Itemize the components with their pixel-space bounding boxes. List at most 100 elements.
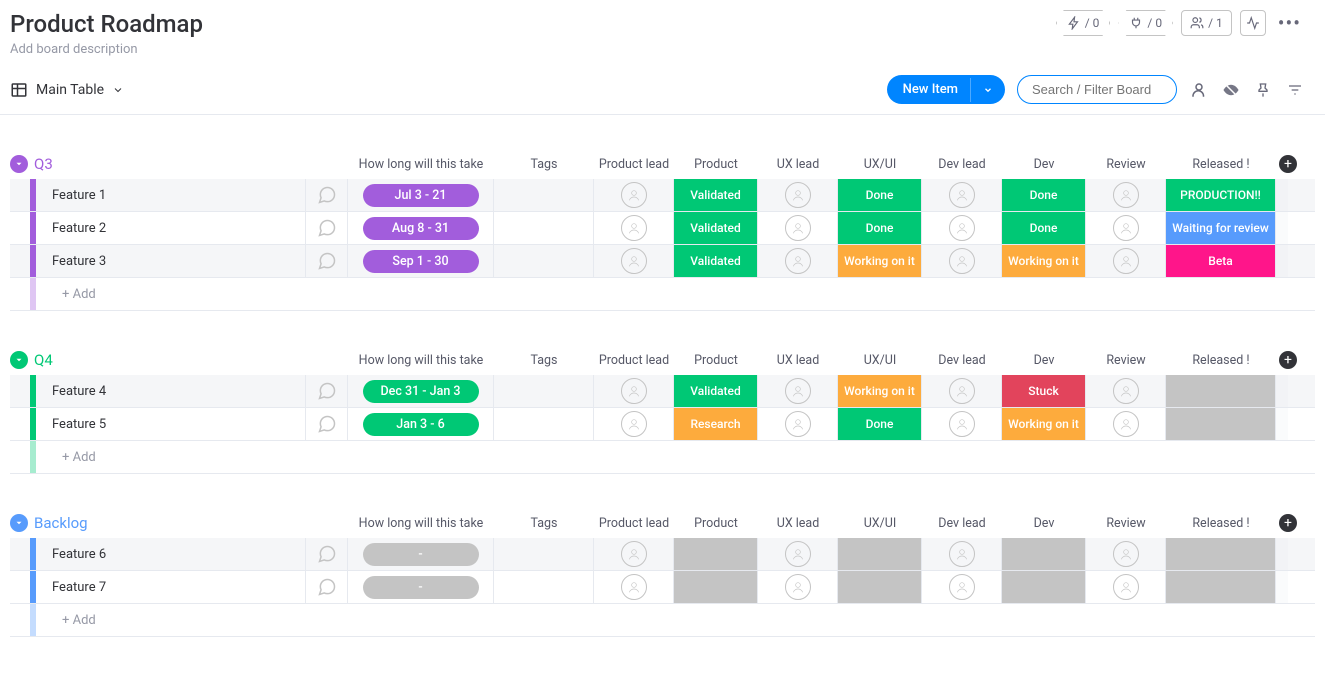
col-header-ux-lead[interactable]: UX lead [758, 516, 838, 531]
cell-product-status[interactable] [674, 571, 758, 603]
automations-badge[interactable]: / 0 [1056, 10, 1111, 36]
col-header-ux-lead[interactable]: UX lead [758, 353, 838, 368]
person-filter-button[interactable] [1189, 80, 1209, 100]
cell-product-lead[interactable] [594, 538, 674, 570]
cell-review[interactable] [1086, 538, 1166, 570]
cell-product-lead[interactable] [594, 245, 674, 277]
group-title[interactable]: Q3 [34, 155, 53, 173]
col-header-dev-lead[interactable]: Dev lead [922, 353, 1002, 368]
person-placeholder-icon[interactable] [1113, 215, 1139, 241]
cell-tags[interactable] [494, 571, 594, 603]
person-placeholder-icon[interactable] [949, 411, 975, 437]
group-title[interactable]: Q4 [34, 351, 53, 369]
cell-uxui-status[interactable]: Working on it [838, 375, 922, 407]
col-header-review[interactable]: Review [1086, 516, 1166, 531]
col-header-released[interactable]: Released ! [1166, 157, 1276, 172]
hide-button[interactable] [1221, 80, 1241, 100]
cell-timeline[interactable]: Jul 3 - 21 [348, 179, 494, 211]
cell-ux-lead[interactable] [758, 538, 838, 570]
col-header-uxui[interactable]: UX/UI [838, 516, 922, 531]
col-header-product[interactable]: Product [674, 516, 758, 531]
more-menu[interactable]: ••• [1274, 11, 1305, 35]
chat-button[interactable] [306, 245, 348, 277]
col-header-review[interactable]: Review [1086, 157, 1166, 172]
chat-button[interactable] [306, 179, 348, 211]
cell-uxui-status[interactable] [838, 571, 922, 603]
col-header-product-lead[interactable]: Product lead [594, 353, 674, 368]
cell-tags[interactable] [494, 538, 594, 570]
cell-released-status[interactable]: PRODUCTION!! [1166, 179, 1276, 211]
cell-review[interactable] [1086, 212, 1166, 244]
cell-dev-lead[interactable] [922, 408, 1002, 440]
chat-button[interactable] [306, 408, 348, 440]
col-header-dev-lead[interactable]: Dev lead [922, 157, 1002, 172]
item-name[interactable]: Feature 4 [36, 375, 306, 407]
person-placeholder-icon[interactable] [1113, 248, 1139, 274]
col-header-released[interactable]: Released ! [1166, 516, 1276, 531]
person-placeholder-icon[interactable] [785, 411, 811, 437]
cell-released-status[interactable] [1166, 538, 1276, 570]
cell-dev-lead[interactable] [922, 571, 1002, 603]
cell-timeline[interactable]: Sep 1 - 30 [348, 245, 494, 277]
chat-button[interactable] [306, 538, 348, 570]
cell-review[interactable] [1086, 179, 1166, 211]
add-column-button[interactable]: + [1279, 155, 1297, 173]
add-column-button[interactable]: + [1279, 351, 1297, 369]
table-row[interactable]: Feature 3 Sep 1 - 30 Validated Working o… [10, 245, 1315, 278]
person-placeholder-icon[interactable] [621, 541, 647, 567]
person-placeholder-icon[interactable] [949, 541, 975, 567]
cell-product-status[interactable]: Validated [674, 245, 758, 277]
person-placeholder-icon[interactable] [1113, 182, 1139, 208]
cell-uxui-status[interactable]: Done [838, 179, 922, 211]
cell-timeline[interactable]: - [348, 538, 494, 570]
cell-timeline[interactable]: Jan 3 - 6 [348, 408, 494, 440]
add-item-row[interactable]: + Add [10, 278, 1315, 311]
table-row[interactable]: Feature 5 Jan 3 - 6 Research Done Workin… [10, 408, 1315, 441]
table-row[interactable]: Feature 6 - [10, 538, 1315, 571]
cell-tags[interactable] [494, 375, 594, 407]
cell-review[interactable] [1086, 408, 1166, 440]
cell-dev-lead[interactable] [922, 375, 1002, 407]
cell-released-status[interactable] [1166, 571, 1276, 603]
cell-dev-status[interactable]: Working on it [1002, 408, 1086, 440]
col-header-dev[interactable]: Dev [1002, 353, 1086, 368]
cell-review[interactable] [1086, 571, 1166, 603]
cell-dev-lead[interactable] [922, 179, 1002, 211]
cell-product-lead[interactable] [594, 179, 674, 211]
cell-tags[interactable] [494, 245, 594, 277]
cell-product-lead[interactable] [594, 375, 674, 407]
item-name[interactable]: Feature 7 [36, 571, 306, 603]
cell-dev-status[interactable]: Stuck [1002, 375, 1086, 407]
board-title[interactable]: Product Roadmap [10, 10, 203, 38]
cell-product-lead[interactable] [594, 408, 674, 440]
person-placeholder-icon[interactable] [1113, 411, 1139, 437]
col-header-how[interactable]: How long will this take [348, 353, 494, 368]
cell-product-status[interactable]: Research [674, 408, 758, 440]
cell-dev-status[interactable]: Working on it [1002, 245, 1086, 277]
members-badge[interactable]: / 1 [1181, 10, 1232, 36]
view-selector[interactable]: Main Table [10, 81, 124, 99]
cell-uxui-status[interactable]: Done [838, 212, 922, 244]
table-row[interactable]: Feature 1 Jul 3 - 21 Validated Done Done… [10, 179, 1315, 212]
cell-released-status[interactable] [1166, 375, 1276, 407]
person-placeholder-icon[interactable] [621, 215, 647, 241]
person-placeholder-icon[interactable] [949, 215, 975, 241]
chat-button[interactable] [306, 212, 348, 244]
cell-dev-lead[interactable] [922, 538, 1002, 570]
col-header-released[interactable]: Released ! [1166, 353, 1276, 368]
cell-dev-status[interactable] [1002, 571, 1086, 603]
cell-timeline[interactable]: - [348, 571, 494, 603]
cell-dev-status[interactable]: Done [1002, 179, 1086, 211]
person-placeholder-icon[interactable] [621, 378, 647, 404]
col-header-uxui[interactable]: UX/UI [838, 353, 922, 368]
person-placeholder-icon[interactable] [785, 574, 811, 600]
cell-ux-lead[interactable] [758, 212, 838, 244]
col-header-how[interactable]: How long will this take [348, 516, 494, 531]
cell-product-status[interactable]: Validated [674, 212, 758, 244]
person-placeholder-icon[interactable] [621, 182, 647, 208]
person-placeholder-icon[interactable] [1113, 574, 1139, 600]
add-item-row[interactable]: + Add [10, 604, 1315, 637]
person-placeholder-icon[interactable] [621, 411, 647, 437]
item-name[interactable]: Feature 2 [36, 212, 306, 244]
group-collapse-toggle[interactable] [10, 155, 28, 173]
